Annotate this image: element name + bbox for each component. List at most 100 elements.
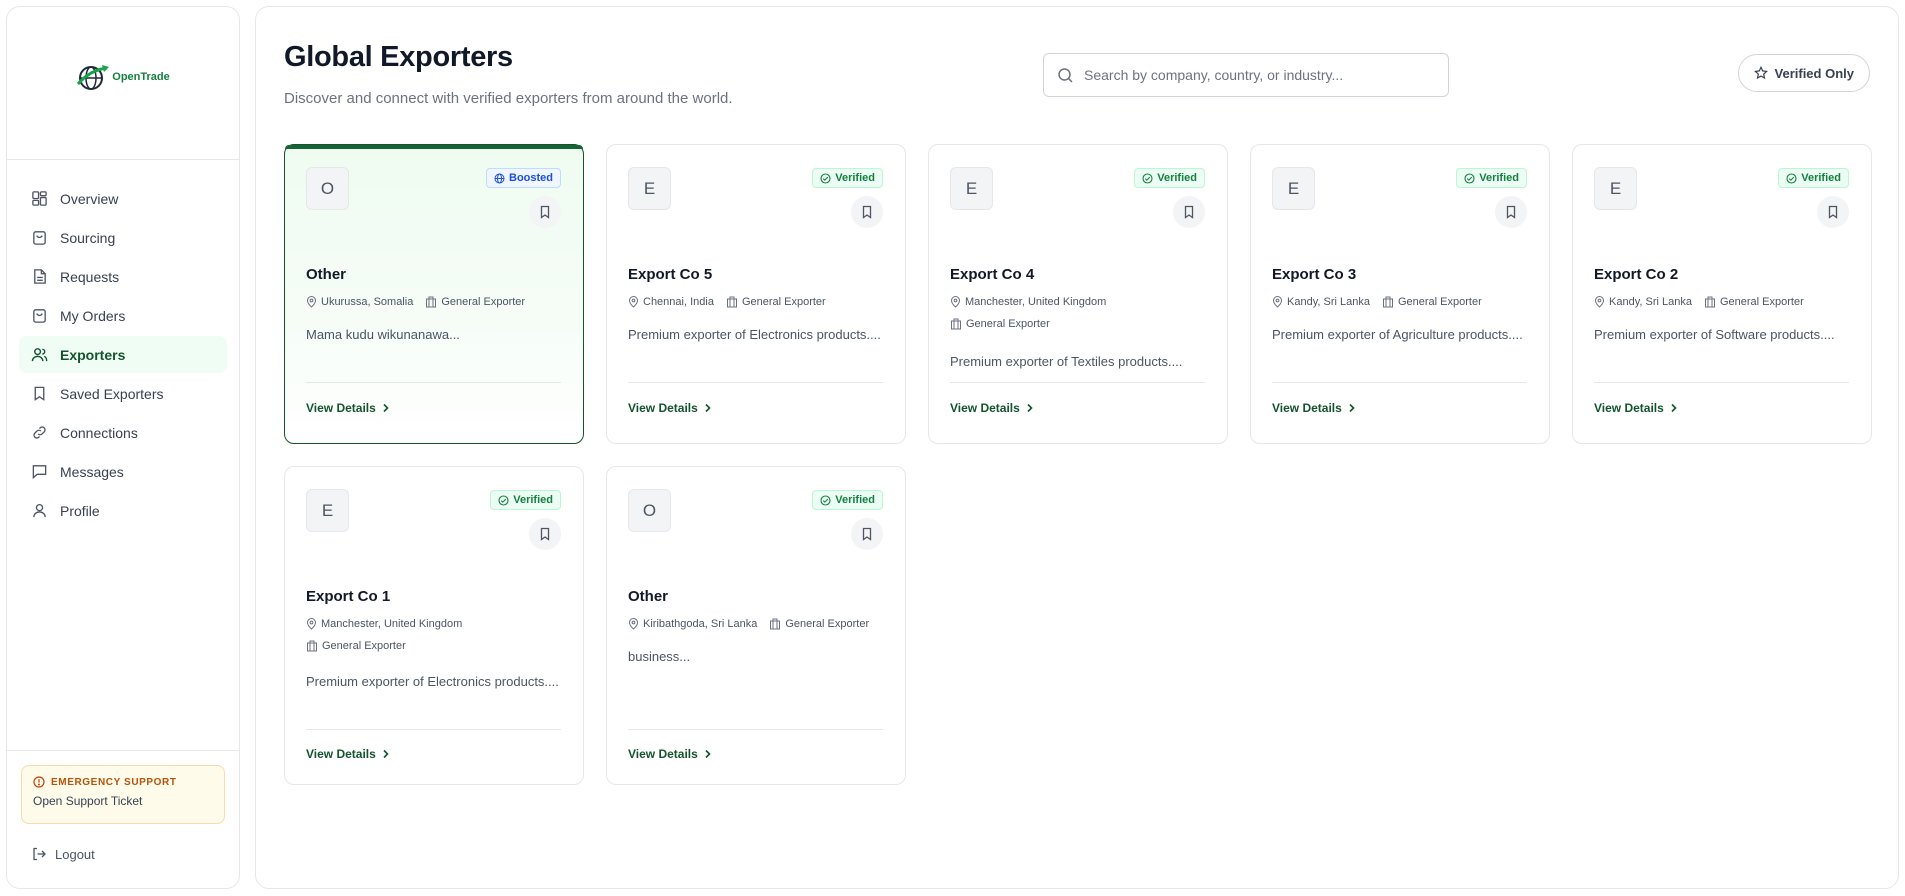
location: Kiribathgoda, Sri Lanka [628,618,757,630]
exporter-card[interactable]: E Verified Export Co 5 Chennai, India Ge… [606,144,906,444]
sidebar-item-overview[interactable]: Overview [19,180,227,217]
badge-label: Boosted [509,172,553,184]
building-icon [951,318,961,330]
exporter-card[interactable]: E Verified Export Co 1 Manchester, Unite… [284,466,584,785]
view-details-link[interactable]: View Details [628,401,712,415]
bookmark-button[interactable] [529,518,561,550]
avatar: E [1594,167,1637,210]
exporter-name: Export Co 2 [1594,266,1679,283]
verified-badge: Verified [1134,168,1205,188]
sidebar-item-requests[interactable]: Requests [19,258,227,295]
exporter-description: Premium exporter of Electronics products… [306,674,559,689]
exporter-meta: Manchester, United Kingdom General Expor… [306,618,563,652]
view-details-label: View Details [306,747,376,761]
chevron-right-icon [705,403,711,413]
sidebar: OpenTrade Overview Sourcing Requests My … [6,6,240,889]
sidebar-item-sourcing[interactable]: Sourcing [19,219,227,256]
category-text: General Exporter [1397,296,1482,308]
sidebar-nav: Overview Sourcing Requests My Orders Exp… [7,160,239,529]
bookmark-button[interactable] [851,518,883,550]
location: Ukurussa, Somalia [306,296,413,308]
chevron-right-icon [1027,403,1033,413]
bookmark-icon [540,205,550,219]
view-details-link[interactable]: View Details [306,747,390,761]
exporter-name: Other [306,266,347,283]
map-pin-icon [1594,296,1605,308]
building-icon [1704,296,1715,308]
emergency-title: EMERGENCY SUPPORT [33,776,213,788]
bookmark-button[interactable] [529,196,561,228]
search-input[interactable] [1084,67,1424,83]
category-text: General Exporter [1719,296,1804,308]
sidebar-item-connections[interactable]: Connections [19,414,227,451]
logo[interactable]: OpenTrade [76,62,170,92]
view-details-label: View Details [306,401,376,415]
exporter-description: Premium exporter of Software products...… [1594,327,1835,342]
verified-only-filter-button[interactable]: Verified Only [1737,54,1870,92]
sidebar-item-my-orders[interactable]: My Orders [19,297,227,334]
exporter-name: Export Co 5 [628,266,713,283]
exporter-card[interactable]: E Verified Export Co 4 Manchester, Unite… [928,144,1228,444]
sidebar-item-label: Sourcing [60,229,116,246]
view-details-label: View Details [950,401,1020,415]
exporter-meta: Kiribathgoda, Sri Lanka General Exporter [628,618,885,630]
view-details-link[interactable]: View Details [950,401,1034,415]
view-details-link[interactable]: View Details [1272,401,1356,415]
shopping-bag-icon [33,231,46,245]
building-icon [1382,296,1393,308]
verified-badge: Verified [1778,168,1849,188]
map-pin-icon [950,296,961,308]
alert-circle-icon [33,776,45,788]
location-text: Kandy, Sri Lanka [1609,296,1692,308]
exporter-card[interactable]: O Verified Other Kiribathgoda, Sri Lanka… [606,466,906,785]
exporter-card[interactable]: E Verified Export Co 3 Kandy, Sri Lanka … [1250,144,1550,444]
sidebar-item-label: Profile [60,502,100,519]
bookmark-button[interactable] [1173,196,1205,228]
category: General Exporter [726,296,826,308]
exporter-name: Other [628,588,669,605]
emergency-support-card[interactable]: EMERGENCY SUPPORT Open Support Ticket [21,765,225,824]
chevron-right-icon [383,403,389,413]
badge-label: Verified [1801,172,1841,184]
card-divider [1272,382,1527,383]
sidebar-item-messages[interactable]: Messages [19,453,227,490]
search-bar[interactable] [1043,53,1449,97]
globe-icon [494,173,505,183]
view-details-link[interactable]: View Details [1594,401,1678,415]
exporter-description: business... [628,649,691,664]
exporter-meta: Kandy, Sri Lanka General Exporter [1272,296,1529,308]
sidebar-item-exporters[interactable]: Exporters [19,336,227,373]
document-icon [34,269,46,284]
exporter-card[interactable]: E Verified Export Co 2 Kandy, Sri Lanka … [1572,144,1872,444]
location: Kandy, Sri Lanka [1272,296,1370,308]
bookmark-button[interactable] [1495,196,1527,228]
location: Kandy, Sri Lanka [1594,296,1692,308]
location: Chennai, India [628,296,714,308]
star-icon [1753,66,1768,80]
location-text: Kandy, Sri Lanka [1287,296,1370,308]
building-icon [307,640,317,652]
logout-label: Logout [55,846,95,862]
map-pin-icon [1272,296,1283,308]
sidebar-item-label: Saved Exporters [60,385,164,402]
main-content: Global Exporters Discover and connect wi… [255,6,1899,889]
bookmark-icon [1828,205,1838,219]
open-support-ticket-link[interactable]: Open Support Ticket [33,794,213,808]
logout-button[interactable]: Logout [21,846,225,862]
badge-label: Verified [513,494,553,506]
avatar: E [950,167,993,210]
bookmark-button[interactable] [1817,196,1849,228]
sidebar-item-label: Exporters [60,346,126,363]
bookmark-button[interactable] [851,196,883,228]
sidebar-item-profile[interactable]: Profile [19,492,227,529]
category: General Exporter [769,618,869,630]
view-details-link[interactable]: View Details [628,747,712,761]
view-details-link[interactable]: View Details [306,401,390,415]
logo-text: OpenTrade [112,71,170,83]
exporter-card[interactable]: O Boosted Other Ukurussa, Somalia Genera… [284,144,584,444]
exporter-name: Export Co 3 [1272,266,1357,283]
category: General Exporter [1382,296,1482,308]
message-icon [32,465,47,480]
chevron-right-icon [705,749,711,759]
sidebar-item-saved-exporters[interactable]: Saved Exporters [19,375,227,412]
